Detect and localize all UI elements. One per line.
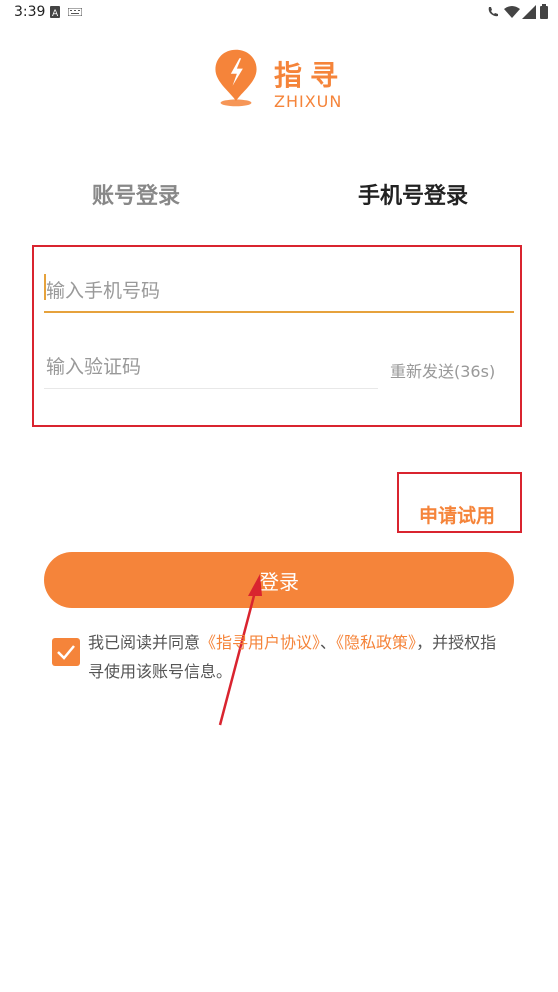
svg-text:A: A (52, 9, 59, 18)
notification-icon: A (50, 6, 60, 18)
agreement-checkbox[interactable] (52, 638, 80, 666)
app-title: 指寻 (274, 59, 347, 92)
login-button[interactable]: 登录 (44, 552, 514, 608)
phone-input-underline (44, 311, 514, 313)
wifi-call-icon (488, 7, 498, 17)
tab-phone-login[interactable]: 手机号登录 (358, 178, 468, 210)
code-input-underline (44, 388, 378, 389)
code-input[interactable]: 输入验证码 (46, 352, 141, 379)
app-subtitle: ZHIXUN (274, 92, 343, 111)
status-time: 3:39 (14, 4, 46, 20)
checkmark-icon (57, 645, 75, 660)
apply-trial-link[interactable]: 申请试用 (419, 501, 495, 528)
keyboard-icon (68, 8, 82, 16)
resend-code-button[interactable]: 重新发送(36s) (390, 358, 495, 382)
wifi-icon (504, 6, 520, 18)
agreement-prefix: 我已阅读并同意 (88, 633, 201, 652)
signal-icon (522, 5, 536, 19)
agreement-separator: 、 (320, 633, 337, 652)
agreement-text: 我已阅读并同意《指寻用户协议》、《隐私政策》，并授权指寻使用该账号信息。 (88, 628, 508, 686)
battery-icon (540, 4, 548, 19)
phone-input[interactable]: 输入手机号码 (46, 276, 160, 303)
status-bar: 3:39 A (0, 0, 558, 26)
location-pin-lightning-icon (215, 49, 257, 107)
privacy-policy-link[interactable]: 《隐私政策》 (336, 633, 416, 652)
tab-account-login[interactable]: 账号登录 (92, 178, 180, 210)
form-highlight-box (32, 245, 522, 427)
user-agreement-link[interactable]: 《指寻用户协议》 (200, 633, 320, 652)
